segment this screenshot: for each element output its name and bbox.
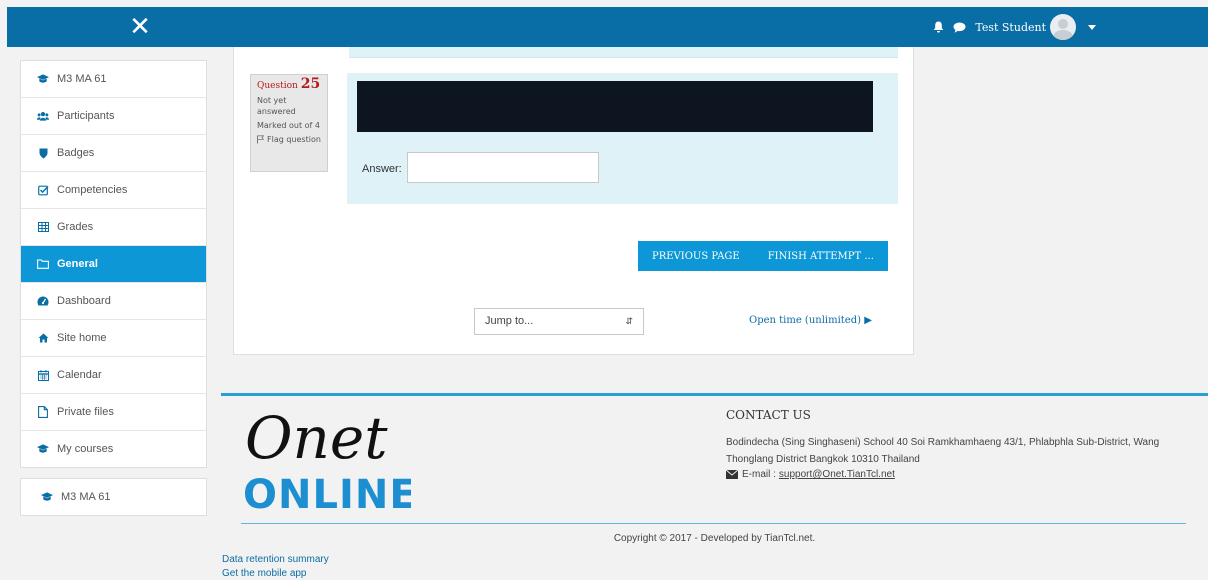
- shield-icon: [37, 147, 49, 159]
- answer-label: Answer:: [362, 163, 402, 175]
- home-icon: [37, 332, 49, 344]
- sidebar-item-grades[interactable]: Grades: [21, 209, 206, 246]
- folder-icon: [37, 258, 49, 270]
- sidebar: M3 MA 61 Participants Badges Competencie…: [20, 60, 207, 526]
- jump-to-label: Jump to...: [485, 315, 534, 327]
- sidebar-item-label: Private files: [57, 406, 114, 418]
- user-menu-area: Test Student: [933, 7, 1096, 47]
- contact-email: E-mail : support@Onet.TianTcl.net: [726, 469, 895, 480]
- sidebar-item-private-files[interactable]: Private files: [21, 394, 206, 431]
- sidebar-item-label: My courses: [57, 443, 114, 455]
- copyright-text: Copyright © 2017 - Developed by TianTcl.…: [613, 533, 816, 544]
- question-status: Not yet answered: [257, 96, 296, 116]
- sidebar-item-dashboard[interactable]: Dashboard: [21, 283, 206, 320]
- sidebar-item-label: Badges: [57, 147, 95, 159]
- answer-input[interactable]: [407, 152, 599, 183]
- question-info: Question 25 Not yet answered Marked out …: [250, 74, 328, 172]
- envelope-icon: [726, 470, 738, 479]
- dashboard-icon: [37, 295, 49, 307]
- finish-attempt-button[interactable]: FINISH ATTEMPT ...: [754, 251, 888, 262]
- sidebar-item-calendar[interactable]: Calendar: [21, 357, 206, 394]
- notification-bell-icon[interactable]: [933, 21, 944, 33]
- svg-text:Onet: Onet: [245, 404, 388, 472]
- sidebar-item-label: Competencies: [57, 184, 128, 196]
- sidebar-item-participants[interactable]: Participants: [21, 98, 206, 135]
- quiz-nav-buttons: PREVIOUS PAGE FINISH ATTEMPT ...: [638, 241, 888, 271]
- quiz-card: Question 25 Not yet answered Marked out …: [233, 47, 914, 355]
- svg-text:ONLINE: ONLINE: [243, 472, 411, 516]
- check-square-icon: [37, 184, 49, 196]
- sidebar-item-site-home[interactable]: Site home: [21, 320, 206, 357]
- page: ✕ Test Student M3 MA 61 Participants Bad…: [7, 7, 1208, 580]
- question-content: Answer:: [347, 73, 898, 204]
- flag-question-label: Flag question: [267, 135, 321, 144]
- contact-heading: CONTACT US: [726, 408, 811, 422]
- onet-online-logo: Onet ONLINE: [243, 404, 411, 516]
- sidebar-item-label: General: [57, 258, 98, 270]
- email-label: E-mail :: [742, 469, 776, 480]
- sidebar-item-my-courses[interactable]: My courses: [21, 431, 206, 467]
- sidebar-group-mycourses: M3 MA 61: [20, 478, 207, 516]
- sidebar-item-general[interactable]: General: [21, 246, 206, 283]
- top-navbar: ✕ Test Student: [7, 7, 1208, 47]
- previous-question-box: [349, 47, 898, 58]
- sidebar-item-label: Dashboard: [57, 295, 111, 307]
- graduation-cap-icon: [37, 73, 49, 85]
- sidebar-item-label: M3 MA 61: [61, 491, 111, 503]
- sidebar-item-competencies[interactable]: Competencies: [21, 172, 206, 209]
- flag-icon: [257, 135, 264, 144]
- users-icon: [37, 110, 49, 122]
- footer: Onet ONLINE CONTACT US Bodindecha (Sing …: [221, 393, 1208, 556]
- avatar[interactable]: [1050, 14, 1076, 40]
- sidebar-item-course-m3-ma-61[interactable]: M3 MA 61: [21, 479, 206, 515]
- open-time-link[interactable]: Open time (unlimited) ▶: [749, 315, 872, 326]
- sidebar-item-label: Calendar: [57, 369, 102, 381]
- graduation-cap-icon: [37, 443, 49, 455]
- file-icon: [37, 406, 49, 418]
- messages-icon[interactable]: [953, 22, 966, 33]
- mobile-app-link[interactable]: Get the mobile app: [222, 568, 307, 579]
- select-arrows-icon: ⇵: [625, 316, 633, 326]
- chevron-down-icon[interactable]: [1088, 24, 1096, 30]
- previous-page-button[interactable]: PREVIOUS PAGE: [638, 251, 754, 262]
- flag-question-link[interactable]: Flag question: [257, 134, 321, 145]
- sidebar-item-label: Participants: [57, 110, 115, 122]
- question-number: Question 25: [257, 76, 321, 92]
- question-marks: Marked out of 4: [257, 121, 320, 130]
- calendar-icon: [37, 369, 49, 381]
- close-drawer-button[interactable]: ✕: [125, 13, 155, 41]
- sidebar-item-label: Site home: [57, 332, 107, 344]
- sidebar-item-badges[interactable]: Badges: [21, 135, 206, 172]
- table-icon: [37, 221, 49, 233]
- sidebar-group-course: M3 MA 61 Participants Badges Competencie…: [20, 60, 207, 468]
- jump-to-select[interactable]: Jump to... ⇵: [474, 308, 644, 335]
- sidebar-item-label: Grades: [57, 221, 94, 233]
- data-retention-link[interactable]: Data retention summary: [222, 554, 329, 565]
- footer-divider: [241, 523, 1186, 524]
- email-link[interactable]: support@Onet.TianTcl.net: [779, 469, 895, 480]
- contact-address: Bodindecha (Sing Singhaseni) School 40 S…: [726, 437, 1160, 465]
- user-name[interactable]: Test Student: [975, 21, 1046, 34]
- redacted-question-text: [357, 81, 873, 132]
- graduation-cap-icon: [41, 491, 53, 503]
- sidebar-item-label: M3 MA 61: [57, 73, 107, 85]
- sidebar-item-course[interactable]: M3 MA 61: [21, 61, 206, 98]
